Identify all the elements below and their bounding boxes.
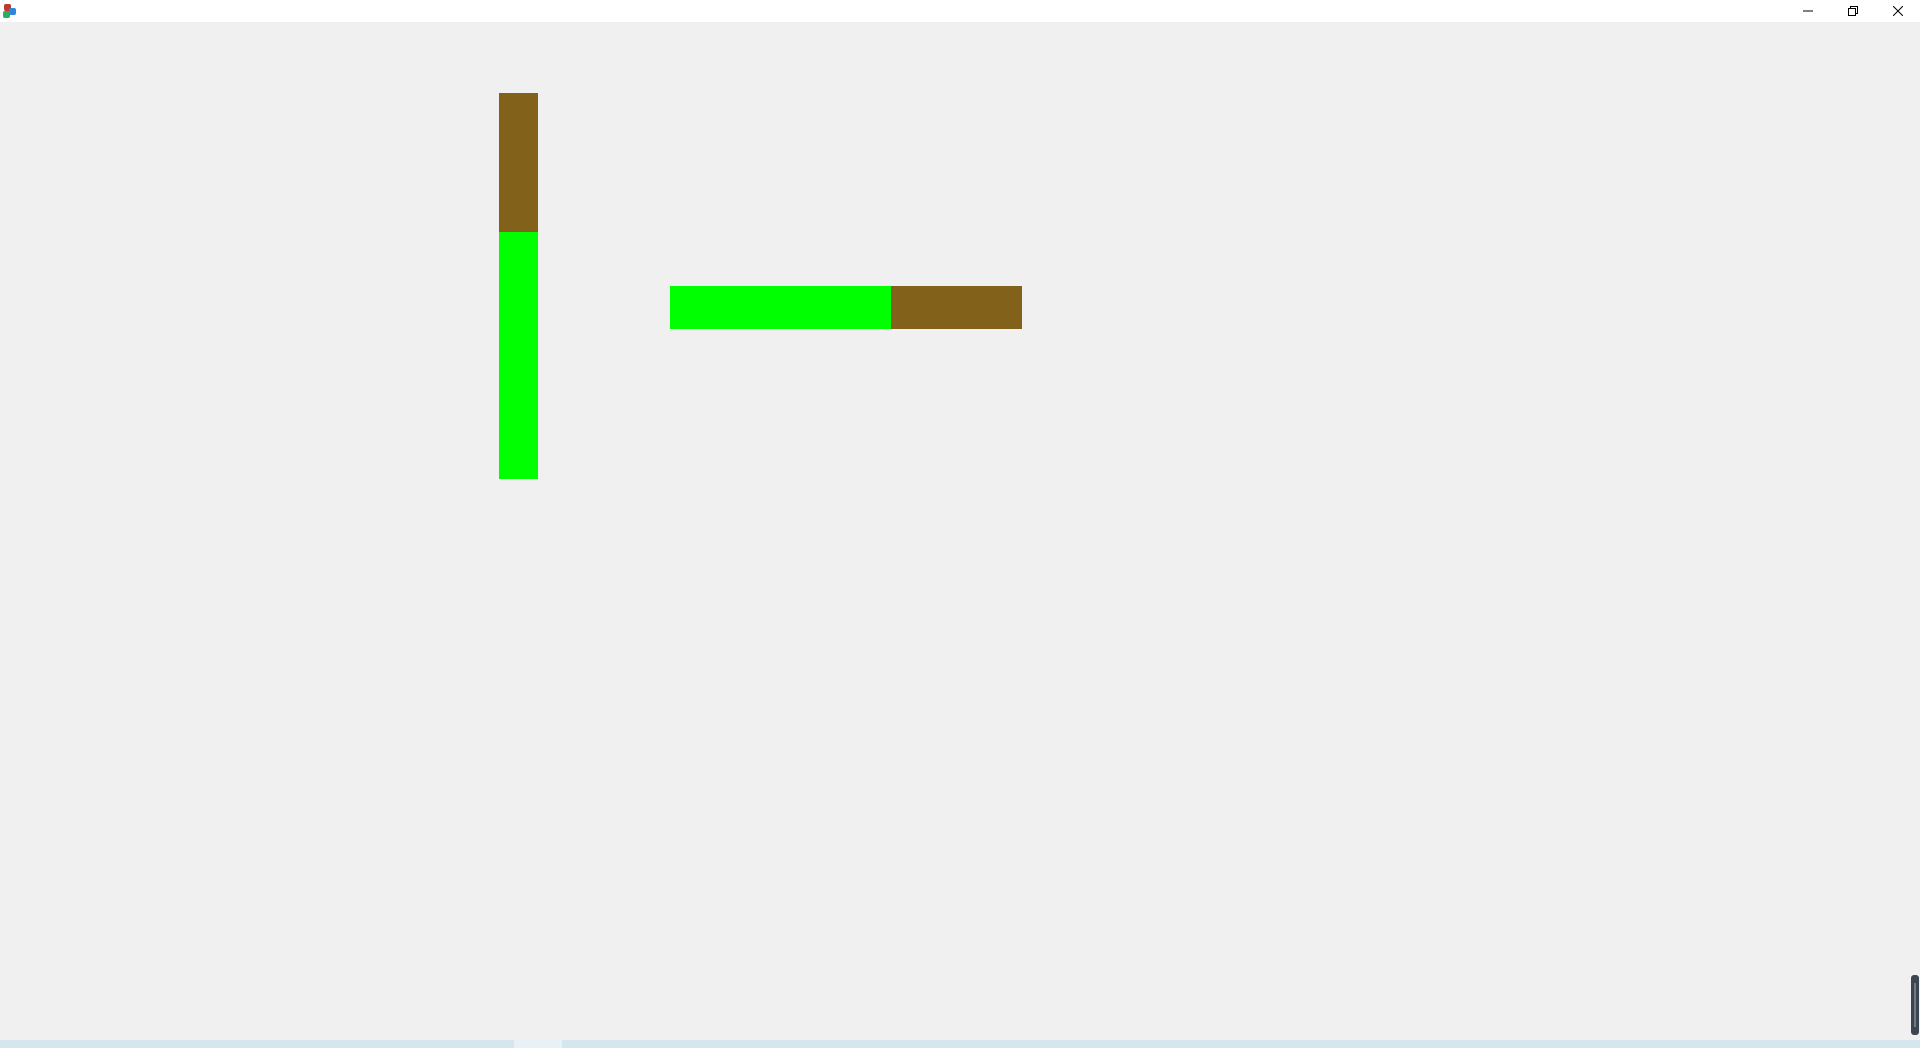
app-window [0,0,1920,1048]
taskbar-strip [0,1040,1920,1048]
resize-handle[interactable] [1911,975,1919,1035]
vertical-bar-brown-segment [499,93,538,232]
close-button[interactable] [1875,0,1920,22]
minimize-icon [1802,10,1813,12]
drawing-canvas[interactable] [0,22,1920,1040]
title-bar[interactable] [0,0,1920,22]
horizontal-bar-brown-segment [891,286,1022,329]
taskbar-highlight [514,1040,562,1048]
restore-icon [1847,6,1858,16]
close-icon [1892,6,1903,16]
minimize-button[interactable] [1785,0,1830,22]
vertical-bar-green-segment [499,232,538,479]
app-icon[interactable] [2,3,18,19]
restore-button[interactable] [1830,0,1875,22]
window-controls [1785,0,1920,22]
horizontal-bar-green-segment [670,286,891,329]
